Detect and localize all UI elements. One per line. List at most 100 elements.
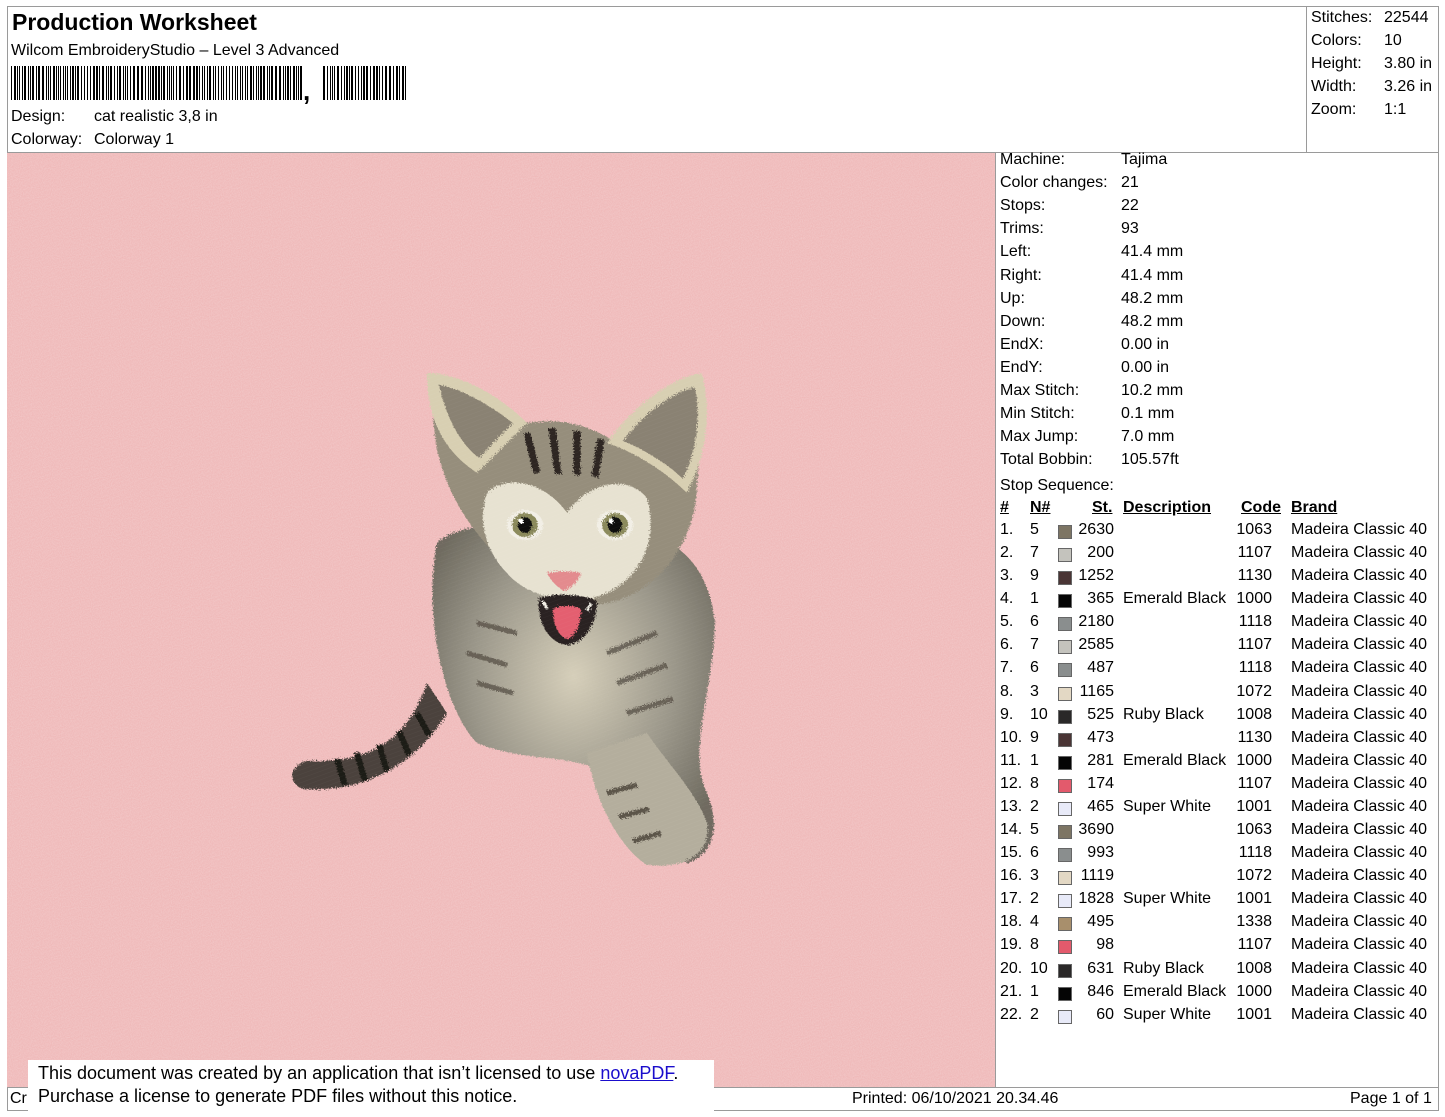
summary-colors-label: Colors:: [1311, 32, 1362, 49]
row-brand: Madeira Classic 40: [1291, 682, 1428, 700]
table-row: 3. 9 1252 1130 Madeira Classic 40: [998, 567, 1438, 590]
row-needle: 7: [1030, 544, 1039, 562]
row-code: 1072: [1236, 867, 1272, 885]
table-row: 19. 8 98 1107 Madeira Classic 40: [998, 936, 1438, 959]
summary-zoom-label: Zoom:: [1311, 101, 1357, 118]
row-stitches: 846: [1087, 982, 1114, 1000]
row-code: 1338: [1236, 913, 1272, 931]
row-stitches: 98: [1096, 936, 1114, 954]
table-row: 18. 4 495 1338 Madeira Classic 40: [998, 913, 1438, 936]
row-stitches: 281: [1087, 751, 1114, 769]
col-header-needle: N#: [1030, 499, 1051, 516]
row-needle: 6: [1030, 844, 1039, 862]
table-row: 16. 3 1119 1072 Madeira Classic 40: [998, 867, 1438, 890]
row-code: 1130: [1237, 567, 1272, 585]
color-swatch: [1058, 525, 1072, 539]
row-code: 1000: [1236, 751, 1272, 769]
table-row: 4. 1 365 Emerald Black 1000 Madeira Classic 4…: [998, 590, 1438, 613]
row-needle: 8: [1030, 936, 1039, 954]
design-label: Design:: [11, 108, 66, 125]
machine-info-value: 22: [1121, 197, 1139, 215]
row-brand: Madeira Classic 40: [1291, 705, 1428, 723]
machine-info-value: 48.2 mm: [1121, 289, 1184, 307]
row-stitches: 2585: [1078, 636, 1114, 654]
row-brand: Madeira Classic 40: [1291, 844, 1428, 862]
row-stitches: 1252: [1078, 567, 1114, 585]
row-needle: 2: [1030, 1005, 1039, 1023]
color-swatch: [1058, 571, 1072, 586]
color-swatch: [1058, 755, 1072, 770]
row-code: 1063: [1236, 821, 1272, 839]
row-stitches: 631: [1087, 959, 1114, 977]
row-number: 1.: [1000, 521, 1014, 538]
row-brand: Madeira Classic 40: [1291, 982, 1428, 1000]
row-needle: 6: [1030, 613, 1039, 631]
row-number: 12.: [1000, 774, 1023, 792]
machine-info-value: 41.4 mm: [1121, 266, 1184, 284]
design-canvas: [7, 153, 995, 1087]
row-needle: 2: [1030, 890, 1039, 908]
novapdf-link[interactable]: novaPDF: [600, 1063, 673, 1083]
row-brand: Madeira Classic 40: [1291, 521, 1428, 538]
row-brand: Madeira Classic 40: [1291, 590, 1428, 608]
machine-info-label: Right:: [1000, 266, 1042, 284]
barcode: [11, 66, 406, 100]
row-needle: 3: [1030, 682, 1039, 700]
row-number: 10.: [1000, 728, 1023, 746]
page-number: Page 1 of 1: [1350, 1090, 1432, 1107]
table-row: 14. 5 3690 1063 Madeira Classic 40: [998, 821, 1438, 844]
row-needle: 6: [1030, 659, 1039, 677]
row-brand: Madeira Classic 40: [1291, 890, 1428, 908]
color-swatch: [1058, 778, 1072, 793]
row-needle: 4: [1030, 913, 1039, 931]
machine-info-label: EndY:: [1000, 358, 1043, 376]
colorway-value: Colorway 1: [94, 131, 175, 148]
row-needle: 7: [1030, 636, 1039, 654]
table-row: 17. 2 1828 Super White 1001 Madeira Classic 4…: [998, 890, 1438, 913]
notice-period: .: [673, 1063, 679, 1083]
summary-width-value: 3.26 in: [1384, 78, 1433, 95]
software-name: Wilcom EmbroideryStudio – Level 3 Advanc…: [11, 42, 340, 59]
machine-info-value: Tajima: [1121, 151, 1168, 168]
machine-info-label: Max Jump:: [1000, 428, 1079, 446]
row-stitches: 174: [1087, 774, 1114, 792]
row-stitches: 1165: [1079, 682, 1114, 700]
row-number: 20.: [1000, 959, 1023, 977]
machine-info-label: Up:: [1000, 289, 1025, 307]
row-brand: Madeira Classic 40: [1291, 797, 1428, 815]
row-number: 3.: [1000, 567, 1014, 585]
row-stitches: 2630: [1078, 521, 1114, 538]
row-stitches: 495: [1087, 913, 1114, 931]
row-description: Ruby Black: [1123, 705, 1204, 723]
row-description: Super White: [1123, 1005, 1212, 1023]
table-row: 22. 2 60 Super White 1001 Madeira Classic 40: [998, 1006, 1438, 1029]
row-number: 2.: [1000, 544, 1014, 562]
barcode-separator: ,: [303, 76, 311, 106]
row-needle: 9: [1030, 728, 1039, 746]
row-code: 1107: [1237, 774, 1272, 792]
row-brand: Madeira Classic 40: [1291, 636, 1428, 654]
summary-stitches-label: Stitches:: [1311, 9, 1373, 26]
row-description: Emerald Black: [1123, 982, 1227, 1000]
machine-info-label: EndX:: [1000, 335, 1044, 353]
table-row: 1. 5 2630 1063 Madeira Classic 40: [998, 521, 1438, 544]
colorway-label: Colorway:: [11, 131, 83, 148]
row-code: 1001: [1236, 890, 1272, 908]
row-code: 1107: [1237, 636, 1272, 654]
row-stitches: 993: [1087, 844, 1114, 862]
row-code: 1008: [1236, 705, 1272, 723]
machine-info-label: Color changes:: [1000, 174, 1108, 192]
machine-info-value: 21: [1121, 174, 1139, 192]
color-swatch: [1058, 709, 1072, 724]
row-stitches: 465: [1087, 797, 1114, 815]
row-brand: Madeira Classic 40: [1291, 728, 1428, 746]
col-header-num: #: [1000, 499, 1009, 516]
row-brand: Madeira Classic 40: [1291, 567, 1428, 585]
machine-info-label: Min Stitch:: [1000, 405, 1075, 423]
row-number: 6.: [1000, 636, 1014, 654]
machine-info-label: Total Bobbin:: [1000, 451, 1093, 469]
summary-colors-value: 10: [1384, 32, 1402, 49]
table-row: 8. 3 1165 1072 Madeira Classic 40: [998, 683, 1438, 706]
row-number: 16.: [1000, 867, 1023, 885]
row-code: 1107: [1237, 936, 1272, 954]
